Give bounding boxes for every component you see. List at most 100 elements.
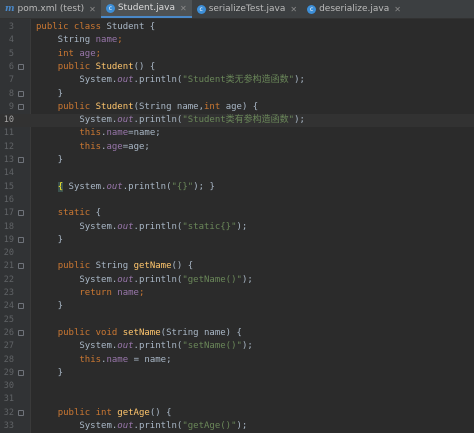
- code-text: }: [36, 88, 63, 101]
- code-text: }: [36, 234, 63, 247]
- fold-marker-icon[interactable]: [18, 90, 24, 97]
- code-token: .println(: [122, 181, 172, 192]
- fold-marker-icon[interactable]: [18, 63, 24, 70]
- code-line[interactable]: 8 }: [0, 88, 474, 101]
- code-line[interactable]: 18 System.out.println("static{}");: [0, 221, 474, 234]
- code-line[interactable]: 12 this.age=age;: [0, 141, 474, 154]
- code-line[interactable]: 20: [0, 247, 474, 260]
- code-token: .println(: [133, 274, 183, 285]
- code-line[interactable]: 3 public class Student {: [0, 21, 474, 34]
- code-token: out: [117, 421, 134, 431]
- code-editor[interactable]: 3 public class Student {4 String name; 5 i…: [0, 19, 474, 433]
- code-line[interactable]: 11 this.name=name;: [0, 127, 474, 140]
- fold-marker-icon[interactable]: [18, 369, 24, 376]
- code-token: this: [79, 128, 102, 139]
- code-token: out: [117, 75, 134, 86]
- line-number: 11: [3, 128, 14, 139]
- code-line[interactable]: 19 }: [0, 234, 474, 247]
- tab-student-java[interactable]: c Student.java ✕: [100, 0, 192, 18]
- fold-marker-icon[interactable]: [18, 303, 24, 310]
- code-line[interactable]: 16: [0, 194, 474, 207]
- code-line[interactable]: 13 }: [0, 154, 474, 167]
- fold-marker-icon[interactable]: [18, 236, 24, 243]
- code-line[interactable]: 14: [0, 167, 474, 180]
- line-number: 7: [8, 75, 14, 86]
- line-number: 21: [3, 261, 14, 272]
- code-line[interactable]: 23 return name;: [0, 287, 474, 300]
- code-token: return: [79, 288, 118, 298]
- code-line[interactable]: 25: [0, 314, 474, 327]
- code-token: ); }: [193, 181, 215, 192]
- code-text: String name;: [36, 34, 123, 47]
- code-line[interactable]: 5 int age;: [0, 48, 474, 61]
- code-token: setName: [122, 327, 161, 338]
- code-line[interactable]: 6 public Student() {: [0, 61, 474, 74]
- java-class-icon: c: [196, 4, 206, 14]
- code-token: Student {: [106, 22, 156, 32]
- code-token: out: [106, 181, 123, 192]
- code-line[interactable]: 29 }: [0, 367, 474, 380]
- code-token: static: [57, 208, 96, 219]
- code-token: "getAge()": [182, 421, 237, 431]
- code-line[interactable]: 24 }: [0, 300, 474, 313]
- code-token: int: [204, 101, 226, 112]
- code-text: }: [36, 300, 63, 313]
- code-token: age: [79, 48, 96, 59]
- code-text: public Student(String name,int age) {: [36, 101, 259, 114]
- code-line[interactable]: 21 public String getName() {: [0, 260, 474, 273]
- fold-marker-icon[interactable]: [18, 157, 24, 163]
- close-icon[interactable]: ✕: [290, 5, 297, 14]
- code-token: );: [241, 274, 253, 285]
- code-line[interactable]: 17 static {: [0, 207, 474, 220]
- code-line[interactable]: 9 public Student(String name,int age) {: [0, 101, 474, 114]
- code-token: public class: [36, 22, 107, 32]
- code-token: =age;: [122, 141, 150, 152]
- code-token: );: [294, 75, 305, 86]
- close-icon[interactable]: ✕: [180, 4, 187, 13]
- code-token: out: [117, 221, 134, 232]
- code-line[interactable]: 4 String name;: [0, 34, 474, 47]
- tab-deserialize-java[interactable]: c deserialize.java ✕: [302, 0, 406, 18]
- code-token: "Student类有参构造函数": [182, 115, 295, 126]
- code-text: System.out.println("static{}");: [36, 221, 247, 234]
- code-token: ;: [95, 48, 102, 59]
- close-icon[interactable]: ✕: [89, 5, 96, 14]
- fold-marker-icon[interactable]: [18, 329, 24, 336]
- fold-marker-icon[interactable]: [18, 103, 24, 110]
- code-line[interactable]: 7 System.out.println("Student类无参构造函数");: [0, 74, 474, 87]
- code-line[interactable]: 22 System.out.println("getName()");: [0, 274, 474, 287]
- code-line[interactable]: 27 System.out.println("setName()");: [0, 340, 474, 353]
- fold-marker-icon[interactable]: [18, 409, 24, 416]
- code-token: .println(: [133, 341, 183, 352]
- line-number: 25: [3, 314, 14, 325]
- fold-marker-icon[interactable]: [18, 263, 24, 270]
- code-text: System.out.println("getName()");: [36, 274, 253, 287]
- code-line[interactable]: 26 public void setName(String name) {: [0, 327, 474, 340]
- code-text: return name;: [36, 287, 144, 300]
- tab-serializetest-java[interactable]: c serializeTest.java ✕: [192, 0, 302, 18]
- fold-marker-icon[interactable]: [18, 210, 24, 217]
- code-line[interactable]: 32 public int getAge() {: [0, 407, 474, 420]
- code-token: .println(: [133, 115, 183, 126]
- line-number: 18: [3, 221, 14, 232]
- code-line[interactable]: 10 System.out.println("Student类有参构造函数");: [0, 114, 474, 128]
- code-token: }: [36, 367, 64, 378]
- line-number: 5: [8, 48, 14, 59]
- code-line[interactable]: 33 System.out.println("getAge()");: [0, 420, 474, 433]
- code-token: .println(: [133, 421, 183, 431]
- code-text: public String getName() {: [36, 260, 194, 273]
- code-line[interactable]: 15 { System.out.println("{}"); }: [0, 181, 474, 194]
- close-icon[interactable]: ✕: [394, 5, 401, 14]
- code-line[interactable]: 28 this.name = name;: [0, 354, 474, 367]
- code-line[interactable]: 30: [0, 380, 474, 393]
- tab-pom-xml[interactable]: m pom.xml (test) ✕: [0, 0, 101, 18]
- code-token: .println(: [133, 221, 183, 232]
- code-line[interactable]: 31: [0, 393, 474, 406]
- code-token: ;: [117, 35, 123, 46]
- line-number: 20: [3, 248, 14, 259]
- line-number: 26: [3, 327, 14, 338]
